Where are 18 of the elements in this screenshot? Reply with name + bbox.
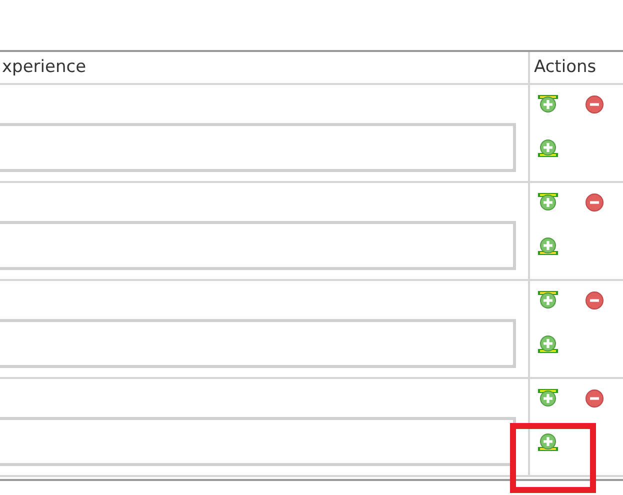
insert-above-icon[interactable]: [538, 291, 558, 310]
insert-above-icon[interactable]: [538, 389, 558, 408]
remove-icon[interactable]: [585, 95, 604, 114]
insert-below-icon[interactable]: [538, 432, 558, 451]
insert-below-icon[interactable]: [538, 334, 558, 353]
experience-field[interactable]: [0, 221, 516, 270]
insert-below-icon[interactable]: [538, 236, 558, 255]
column-header: Actions: [534, 56, 596, 79]
column-header: xperience: [2, 56, 86, 79]
insert-below-icon[interactable]: [538, 138, 558, 157]
remove-icon[interactable]: [585, 291, 604, 310]
insert-above-icon[interactable]: [538, 193, 558, 212]
remove-icon[interactable]: [585, 389, 604, 408]
insert-above-icon[interactable]: [538, 95, 558, 114]
experience-field[interactable]: [0, 123, 516, 172]
remove-icon[interactable]: [585, 193, 604, 212]
experience-field[interactable]: [0, 417, 516, 466]
experience-field[interactable]: [0, 319, 516, 368]
